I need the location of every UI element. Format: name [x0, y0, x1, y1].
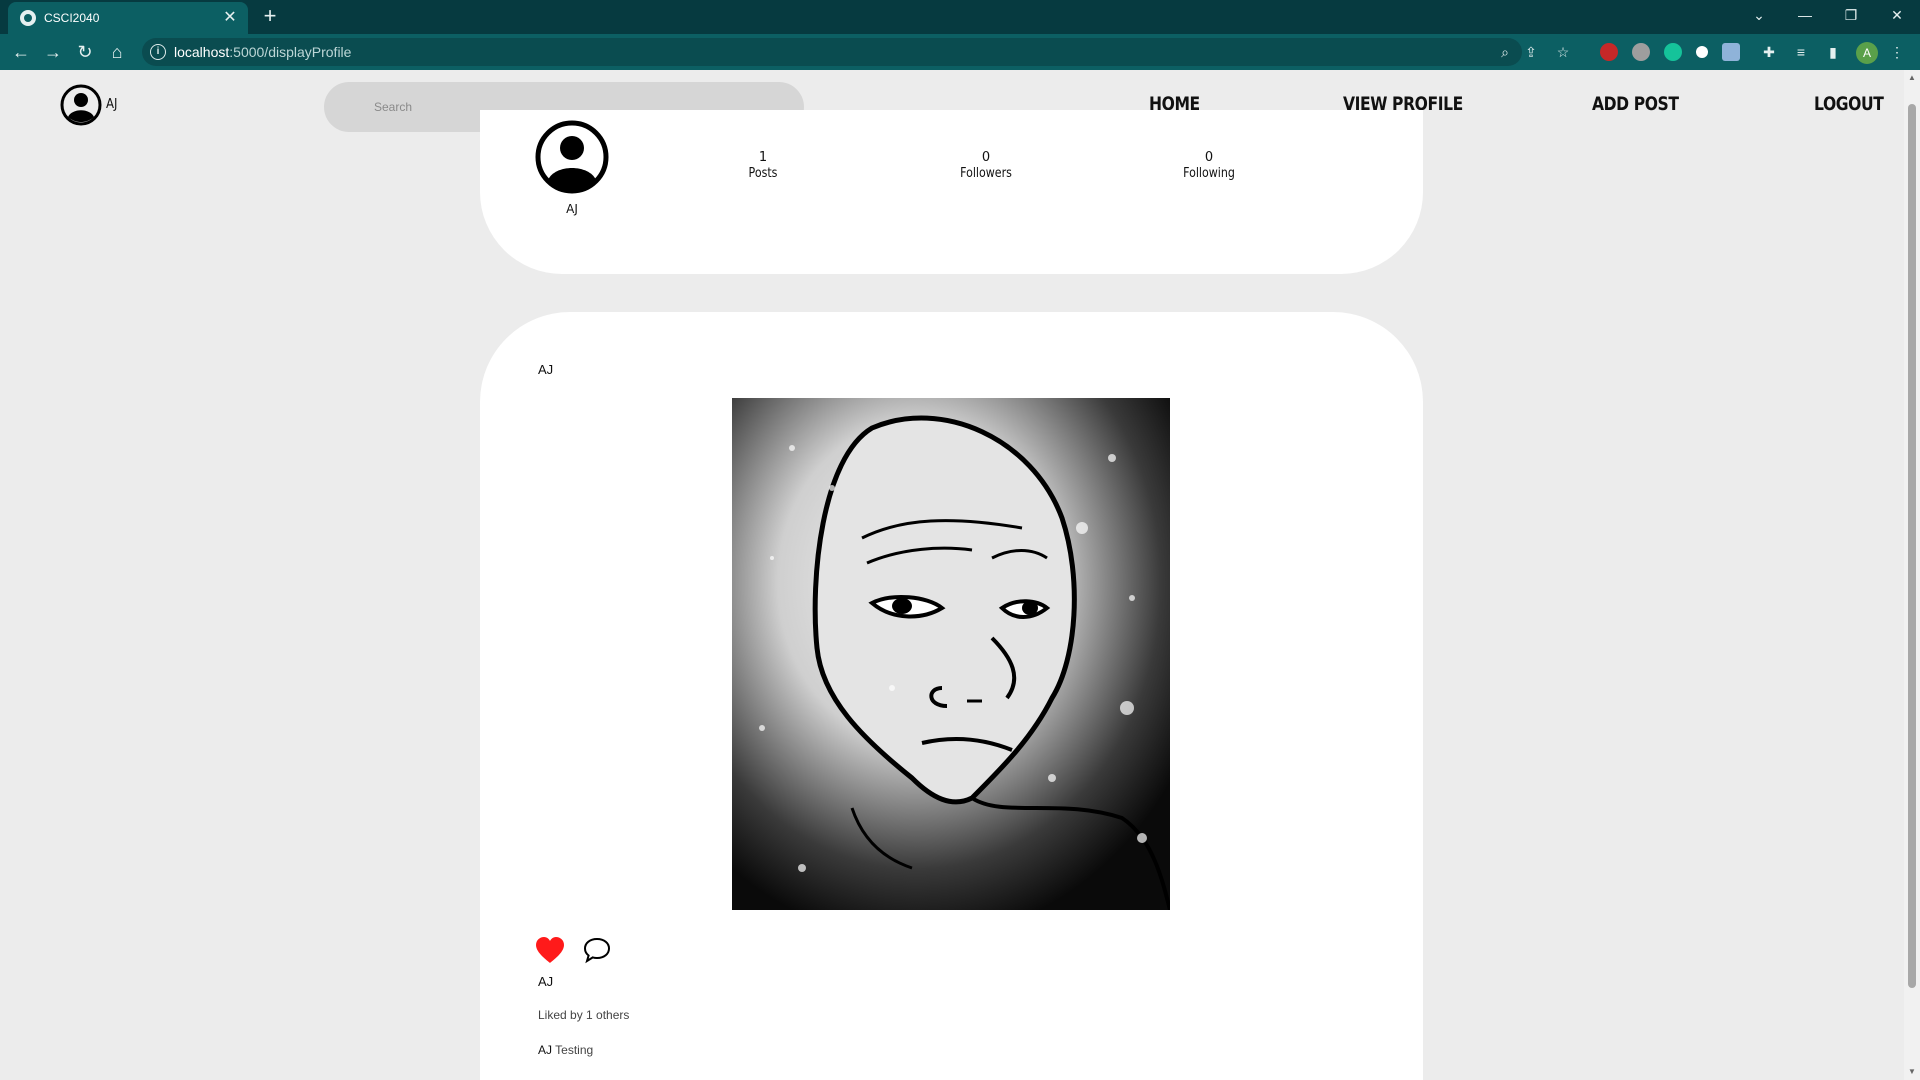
scroll-down-icon[interactable]: ▼ — [1904, 1064, 1920, 1080]
post-card: AJ AJ Liked by 1 others AJ Testing — [480, 312, 1423, 1080]
grammarly-extension-icon[interactable] — [1664, 43, 1682, 61]
stat-posts[interactable]: 1 Posts — [693, 150, 833, 182]
browser-toolbar: ← → ↻ ⌂ i localhost:5000/displayProfile … — [0, 34, 1920, 70]
browser-tab-strip: CSCI2040 ✕ + ⌄ — ❐ ✕ — [0, 0, 1920, 34]
tab-close-icon[interactable]: ✕ — [220, 8, 240, 28]
page-viewport: AJ HOME VIEW PROFILE ADD POST LOGOUT AJ … — [0, 70, 1904, 1080]
new-extension-icon[interactable] — [1722, 43, 1740, 61]
post-footer-author[interactable]: AJ — [538, 974, 553, 989]
stat-followers-value: 0 — [981, 150, 991, 165]
stat-following[interactable]: 0 Following — [1139, 150, 1279, 182]
user-circle-icon[interactable] — [60, 84, 102, 126]
browser-profile-avatar[interactable]: A — [1856, 42, 1878, 64]
post-image[interactable] — [732, 398, 1170, 910]
tab-title: CSCI2040 — [44, 11, 100, 25]
post-caption: AJ Testing — [538, 1043, 593, 1057]
likes-count-text[interactable]: Liked by 1 others — [538, 1008, 629, 1022]
nav-logout-link[interactable]: LOGOUT — [1814, 93, 1884, 115]
bookmark-star-icon[interactable]: ☆ — [1552, 42, 1574, 62]
page-scrollbar[interactable]: ▲ ▼ — [1904, 70, 1920, 1080]
header-user-name: AJ — [106, 97, 118, 112]
minimize-icon[interactable]: — — [1782, 0, 1828, 30]
extension-icon[interactable] — [1632, 43, 1650, 61]
stat-posts-value: 1 — [758, 150, 768, 165]
globe-icon — [20, 10, 36, 26]
stat-followers[interactable]: 0 Followers — [916, 150, 1056, 182]
zoom-icon[interactable]: ⌕ — [1494, 42, 1516, 62]
caption-author[interactable]: AJ — [538, 1043, 552, 1057]
address-url: localhost:5000/displayProfile — [174, 44, 352, 60]
scrollbar-thumb[interactable] — [1908, 104, 1916, 988]
restore-icon[interactable]: ❐ — [1828, 0, 1874, 30]
caption-text: Testing — [555, 1043, 594, 1057]
heart-icon[interactable] — [535, 936, 565, 964]
post-author[interactable]: AJ — [538, 362, 553, 377]
reload-icon[interactable]: ↻ — [72, 40, 98, 64]
browser-tab[interactable]: CSCI2040 ✕ — [8, 2, 248, 34]
profile-name: AJ — [566, 202, 578, 216]
speech-bubble-icon[interactable] — [583, 936, 611, 964]
profile-card: AJ 1 Posts 0 Followers 0 Following — [480, 110, 1423, 274]
stat-followers-label: Followers — [960, 166, 1012, 181]
share-icon[interactable]: ⇪ — [1520, 42, 1542, 62]
site-info-icon[interactable]: i — [150, 44, 166, 60]
record-extension-icon[interactable] — [1696, 46, 1708, 58]
stat-posts-label: Posts — [748, 166, 778, 181]
kebab-menu-icon[interactable]: ⋮ — [1884, 40, 1910, 64]
nav-add-post-link[interactable]: ADD POST — [1592, 93, 1679, 115]
home-icon[interactable]: ⌂ — [104, 40, 130, 64]
profile-avatar-icon — [535, 120, 609, 194]
new-tab-icon[interactable]: + — [258, 5, 282, 29]
arrow-right-icon[interactable]: → — [40, 40, 66, 64]
stat-following-label: Following — [1183, 166, 1235, 181]
puzzle-extensions-icon[interactable]: ✚ — [1756, 40, 1782, 64]
close-window-icon[interactable]: ✕ — [1874, 0, 1920, 30]
stat-following-value: 0 — [1204, 150, 1214, 165]
arrow-left-icon[interactable]: ← — [8, 40, 34, 64]
reading-list-icon[interactable]: ≡ — [1788, 40, 1814, 64]
ublock-extension-icon[interactable] — [1600, 43, 1618, 61]
address-bar[interactable]: i localhost:5000/displayProfile ⌕ ⇪ ☆ — [142, 38, 1569, 66]
side-panel-icon[interactable]: ▮ — [1820, 40, 1846, 64]
scroll-up-icon[interactable]: ▲ — [1904, 70, 1920, 86]
tab-search-icon[interactable]: ⌄ — [1736, 0, 1782, 30]
